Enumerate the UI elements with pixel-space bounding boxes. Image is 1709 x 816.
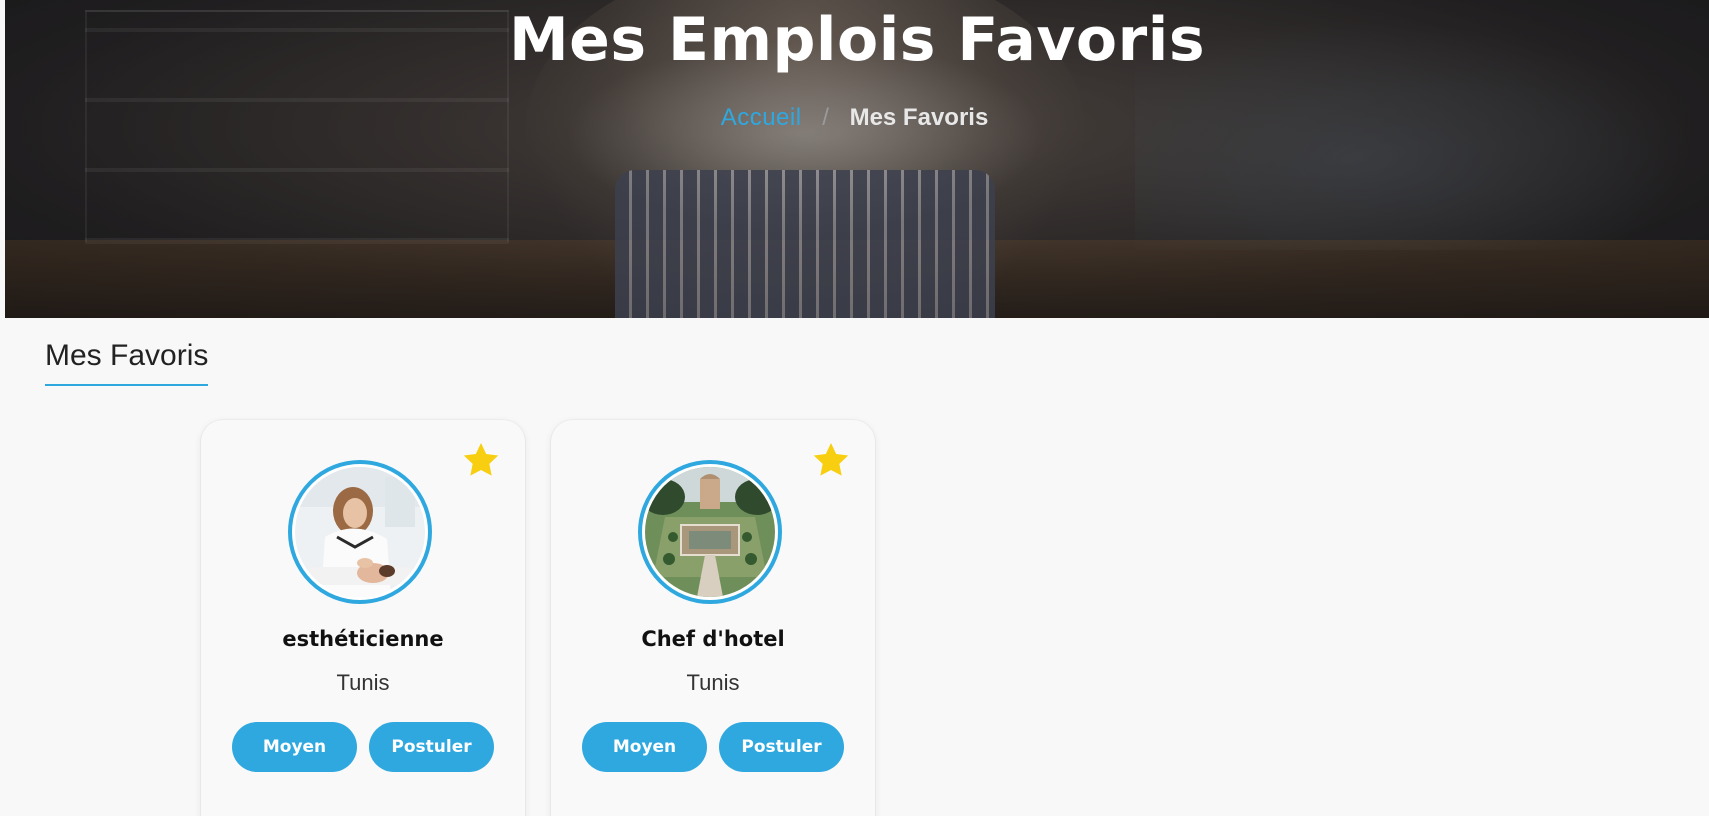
hero-banner: Mes Emplois Favoris (5, 0, 1709, 318)
apply-button[interactable]: Postuler (369, 722, 494, 772)
page-title: Mes Emplois Favoris (508, 5, 1206, 75)
breadcrumb-current: Mes Favoris (849, 104, 989, 131)
breadcrumb: Accueil / Mes Favoris (0, 100, 1709, 136)
job-image (288, 460, 432, 604)
hero-background-apron (615, 170, 995, 318)
favorite-job-card: esthéticienne Tunis Moyen Postuler (201, 420, 525, 816)
job-location: Tunis (686, 670, 740, 695)
apply-button[interactable]: Postuler (719, 722, 844, 772)
job-title: Chef d'hotel (641, 627, 785, 651)
breadcrumb-home-link[interactable]: Accueil (721, 104, 802, 131)
star-icon[interactable] (461, 440, 501, 480)
job-image (638, 460, 782, 604)
section-title: Mes Favoris (45, 338, 209, 386)
job-title: esthéticienne (282, 627, 444, 651)
page: Mes Emplois Favoris Accueil / Mes Favori… (0, 0, 1709, 816)
beautician-photo (295, 467, 425, 597)
level-button[interactable]: Moyen (582, 722, 707, 772)
job-location: Tunis (336, 670, 390, 695)
level-button[interactable]: Moyen (232, 722, 357, 772)
hotel-garden-photo (645, 467, 775, 597)
favorite-job-card: Chef d'hotel Tunis Moyen Postuler (551, 420, 875, 816)
breadcrumb-separator: / (822, 104, 829, 131)
star-icon[interactable] (811, 440, 851, 480)
